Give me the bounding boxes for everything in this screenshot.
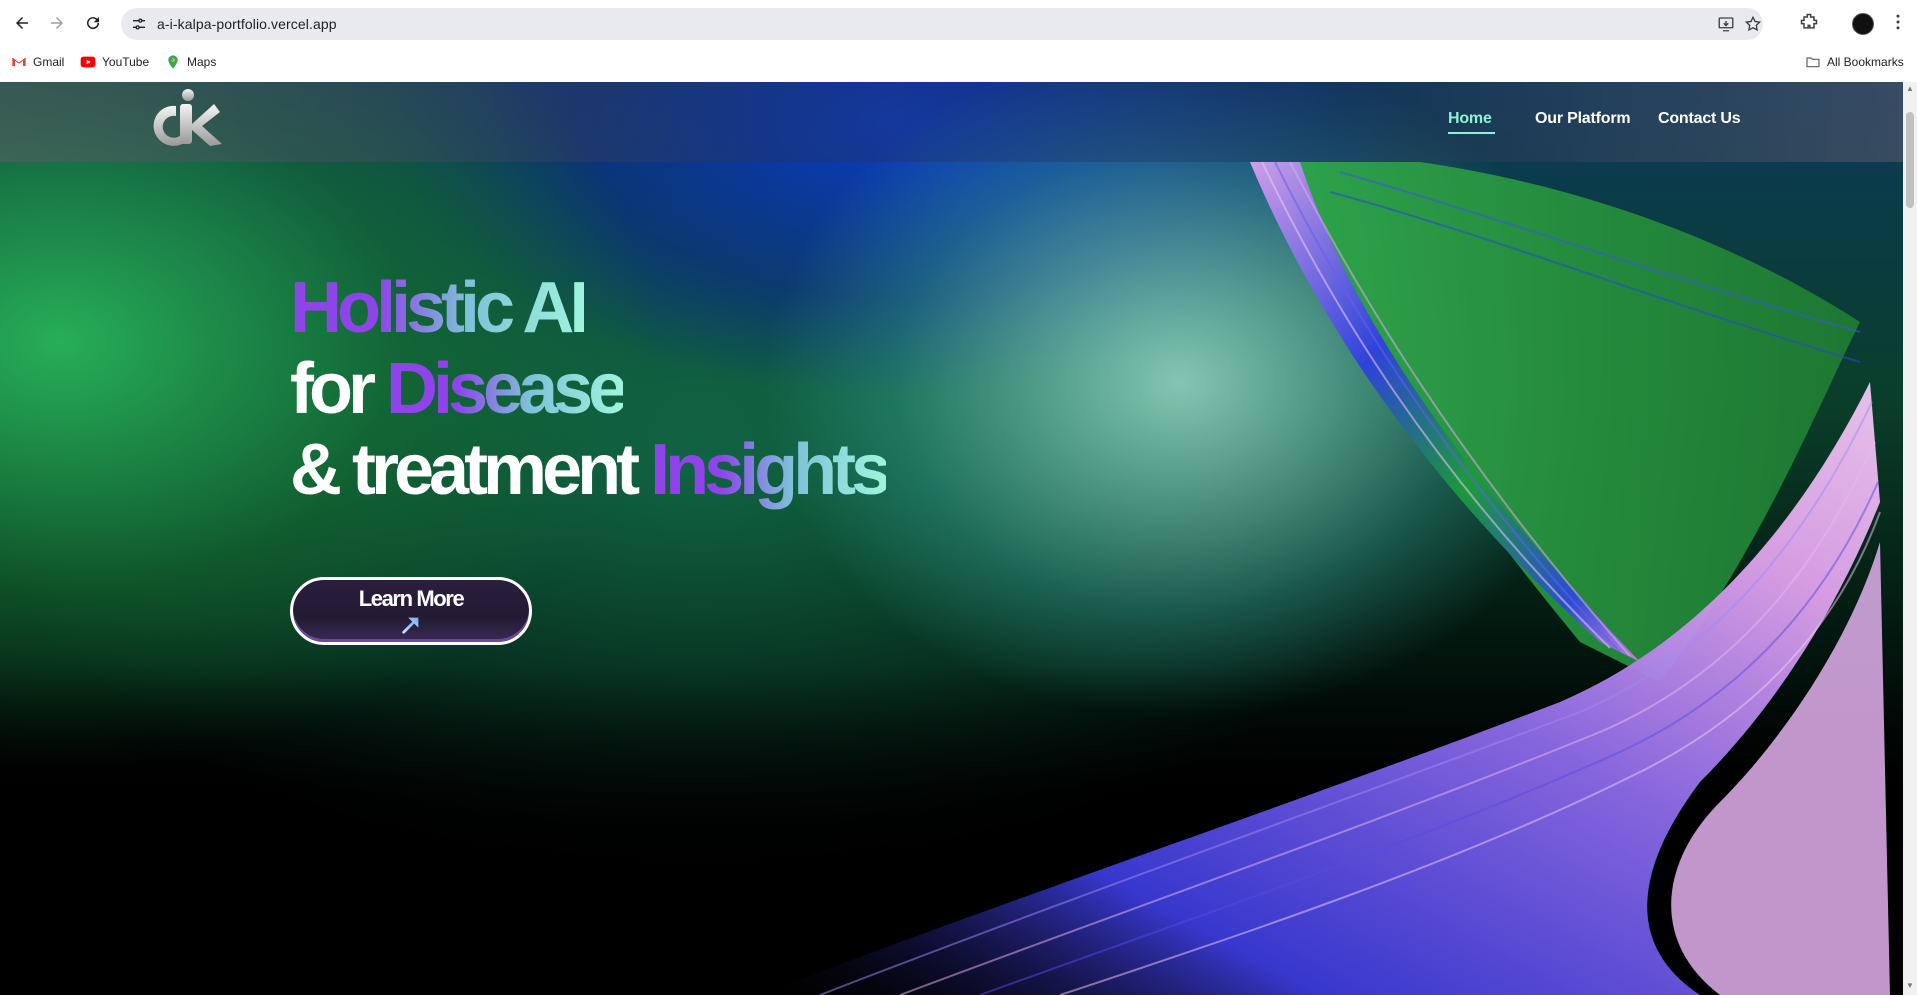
headline-line-2: for Disease	[290, 349, 886, 430]
folder-icon	[1806, 57, 1820, 68]
reload-icon	[87, 17, 100, 30]
tab-strip-edge	[0, 0, 1917, 2]
headline-text: for	[290, 349, 386, 429]
headline-highlight: Insights	[650, 430, 891, 510]
headline-highlight: Holistic AI	[290, 268, 589, 348]
active-nav-underline	[1448, 132, 1495, 134]
bookmark-label: Maps	[187, 55, 217, 69]
bookmarks-bar: Gmail YouTube Maps All Bookmarks	[0, 48, 1917, 74]
arrow-left-icon	[16, 17, 28, 29]
address-bar[interactable]: a-i-kalpa-portfolio.vercel.app	[121, 8, 1763, 40]
ai-kalpa-logo	[153, 89, 222, 146]
bookmark-youtube[interactable]: YouTube	[80, 52, 149, 72]
nav-home-link[interactable]: Home	[1448, 110, 1492, 128]
profile-avatar[interactable]	[1852, 13, 1874, 35]
bookmark-label: Gmail	[33, 55, 65, 69]
url-text[interactable]: a-i-kalpa-portfolio.vercel.app	[157, 16, 337, 32]
page-viewport: Home Our Platform Contact Us Holistic AI…	[0, 82, 1903, 995]
back-button[interactable]	[8, 9, 36, 37]
nav-contact-us-link[interactable]: Contact Us	[1658, 110, 1741, 128]
youtube-icon	[80, 56, 96, 68]
all-bookmarks-label: All Bookmarks	[1827, 55, 1904, 69]
scroll-up-arrow-icon[interactable]: ▲	[1906, 85, 1914, 93]
learn-more-label: Learn More	[358, 586, 465, 611]
learn-more-button[interactable]: Learn More	[290, 577, 532, 645]
site-header: Home Our Platform Contact Us	[0, 82, 1903, 162]
headline-text: & treatment	[290, 430, 651, 510]
bookmark-star-icon[interactable]	[1743, 14, 1763, 34]
all-bookmarks-button[interactable]: All Bookmarks	[1805, 52, 1904, 72]
page-scrollbar[interactable]: ▲ ▼	[1903, 82, 1917, 995]
hero-headline: Holistic AI for Disease & treatment Insi…	[290, 268, 891, 511]
menu-kebab-icon[interactable]	[1886, 10, 1910, 34]
nav-our-platform-link[interactable]: Our Platform	[1535, 110, 1631, 128]
headline-highlight: Disease	[385, 349, 628, 429]
bookmark-gmail[interactable]: Gmail	[11, 52, 64, 72]
extensions-icon[interactable]	[1797, 10, 1821, 34]
install-app-icon[interactable]	[1716, 14, 1736, 34]
maps-icon	[168, 55, 178, 69]
arrow-up-right-icon	[402, 617, 419, 634]
dna-helix-graphic	[760, 161, 1890, 995]
bookmark-maps[interactable]: Maps	[165, 52, 216, 72]
site-info-button[interactable]	[127, 12, 151, 36]
headline-line-3: & treatment Insights	[290, 430, 891, 511]
tune-icon	[133, 18, 145, 30]
reload-button[interactable]	[79, 9, 107, 37]
scroll-thumb[interactable]	[1906, 112, 1914, 208]
scroll-down-arrow-icon[interactable]: ▼	[1906, 982, 1914, 990]
headline-line-1: Holistic AI	[290, 268, 886, 349]
forward-button[interactable]	[43, 9, 71, 37]
gmail-icon	[12, 57, 26, 66]
browser-chrome: a-i-kalpa-portfolio.vercel.app Gmail You…	[0, 0, 1917, 83]
bookmark-label: YouTube	[102, 55, 150, 69]
arrow-right-icon	[51, 17, 63, 29]
